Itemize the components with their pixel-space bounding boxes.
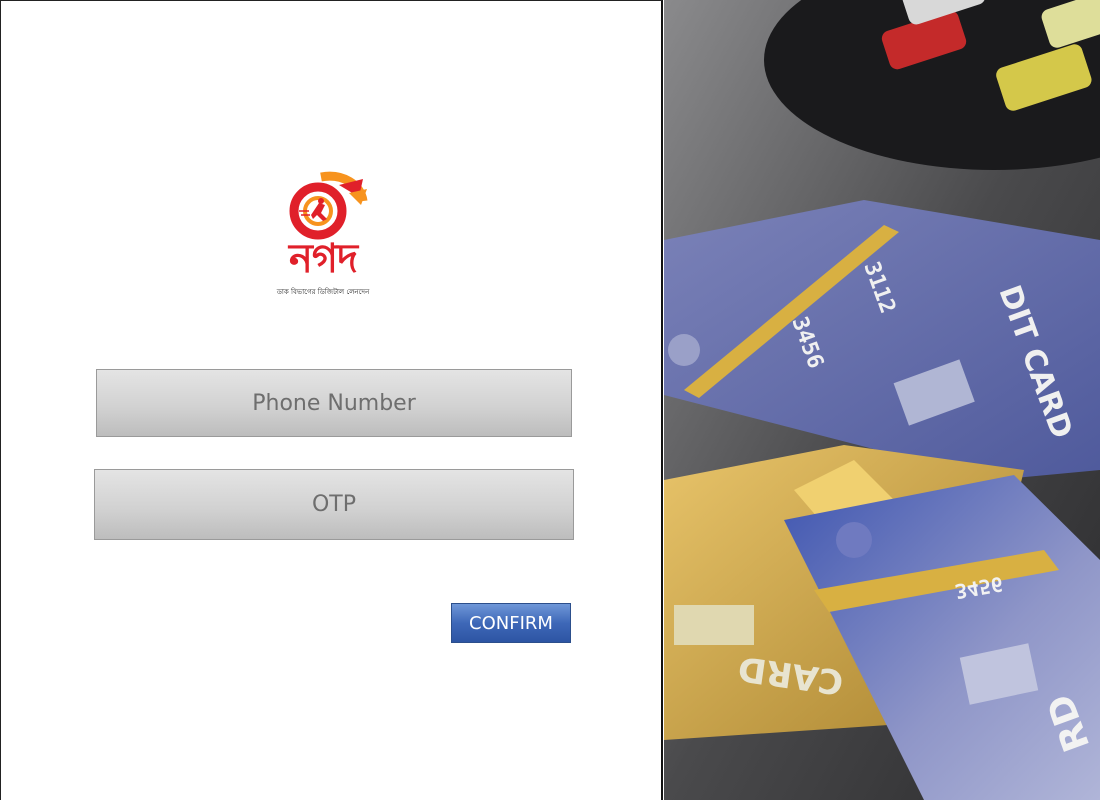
logo-wordmark: নগদ: [288, 236, 358, 282]
nagad-emblem-icon: [289, 171, 368, 240]
otp-input[interactable]: [95, 469, 573, 540]
nagad-logo: নগদ ডাক বিভাগের ডিজিটাল লেনদেন: [263, 171, 383, 301]
credit-cards-photo: 3112 3456 DIT CARD 3456 CARD 3456 RD: [664, 0, 1100, 800]
credit-cards-image: 3112 3456 DIT CARD 3456 CARD 3456 RD: [664, 0, 1100, 800]
phone-number-field[interactable]: [96, 369, 572, 437]
phone-number-input[interactable]: [97, 369, 571, 437]
logo-tagline: ডাক বিভাগের ডিজিটাল লেনদেন: [276, 288, 370, 296]
otp-field[interactable]: [94, 469, 574, 540]
confirm-button[interactable]: CONFIRM: [451, 603, 571, 643]
login-panel: নগদ ডাক বিভাগের ডিজিটাল লেনদেন CONFIRM: [0, 0, 663, 800]
